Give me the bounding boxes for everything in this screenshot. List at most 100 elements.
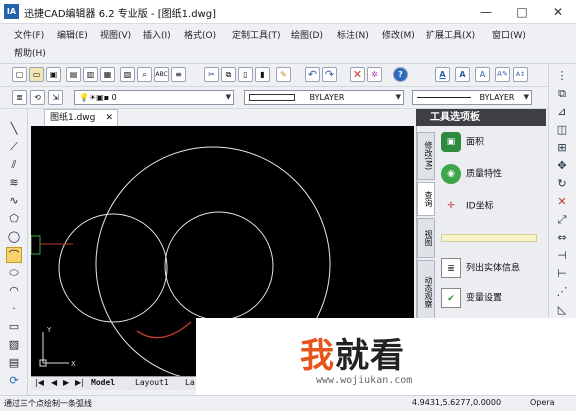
ellipse-arc-icon[interactable]: ◠ <box>6 283 22 299</box>
match-properties-icon[interactable]: ✎ <box>276 67 291 82</box>
palette-tab-view[interactable]: 视图 <box>417 218 435 258</box>
menu-custom-tools[interactable]: 定制工具(T) <box>232 28 281 41</box>
save-as-icon[interactable]: ▤ <box>66 67 81 82</box>
text-style-icon[interactable]: A <box>435 67 450 82</box>
palette-item-variable-settings[interactable]: ✔ 变量设置 <box>441 288 502 308</box>
minimize-button[interactable]: — <box>468 0 504 24</box>
stretch-icon[interactable]: ⇔ <box>554 230 570 246</box>
open-folder-icon[interactable]: ▭ <box>29 67 44 82</box>
menu-modify[interactable]: 修改(M) <box>382 28 415 41</box>
text-icon[interactable]: A <box>455 67 470 82</box>
menu-insert[interactable]: 插入(I) <box>143 28 171 41</box>
watermark-text: 我就看 <box>300 328 405 377</box>
prev-tab-button[interactable]: ◀ <box>51 378 57 387</box>
close-icon[interactable]: ✕ <box>105 110 113 126</box>
cut-icon[interactable]: ✂ <box>204 67 219 82</box>
tab-layout1[interactable]: Layout1 <box>135 378 169 387</box>
help-icon[interactable]: ? <box>393 67 408 82</box>
last-tab-button[interactable]: ▶| <box>75 378 84 387</box>
spell-check-icon[interactable]: ABC <box>154 67 169 82</box>
chevron-down-icon: ▼ <box>523 93 529 101</box>
first-tab-button[interactable]: |◀ <box>35 378 44 387</box>
menu-format[interactable]: 格式(O) <box>184 28 216 41</box>
new-file-icon[interactable]: ▢ <box>12 67 27 82</box>
menu-edit[interactable]: 编辑(E) <box>57 28 88 41</box>
palette-tab-modify[interactable]: 修改(M) <box>417 132 435 180</box>
polyline-icon[interactable]: ⫽ <box>6 157 22 173</box>
copy-object-icon[interactable]: ⧉ <box>554 86 570 102</box>
paste-icon[interactable]: ▯ <box>238 67 253 82</box>
document-tab[interactable]: 图纸1.dwg ✕ <box>44 109 118 126</box>
menu-file[interactable]: 文件(F) <box>14 28 44 41</box>
palette-item-label: 列出实体信息 <box>466 263 521 274</box>
line-icon[interactable]: ╲ <box>6 121 22 137</box>
layer-select[interactable]: 💡☀▣▪ 0 ▼ <box>74 90 234 105</box>
lineweight-select[interactable]: BYLAYER ▼ <box>412 90 532 105</box>
page-setup-icon[interactable]: ▧ <box>120 67 135 82</box>
arc-icon[interactable]: ⌒ <box>6 247 22 263</box>
linetype-select[interactable]: BYLAYER ▼ <box>244 90 404 105</box>
layer-previous-icon[interactable]: ⟲ <box>30 90 45 105</box>
menu-extend-tools[interactable]: 扩展工具(X) <box>426 28 475 41</box>
print-preview-icon[interactable]: ▦ <box>100 67 115 82</box>
ucs-y-label: Y <box>46 326 52 334</box>
menu-view[interactable]: 视图(V) <box>100 28 131 41</box>
scale-icon[interactable]: ⤢ <box>554 212 570 228</box>
multiline-text-icon[interactable]: A <box>475 67 490 82</box>
rectangle-icon[interactable]: ▭ <box>6 319 22 335</box>
ellipse-icon[interactable]: ⬭ <box>6 265 22 281</box>
point-icon[interactable]: · <box>6 301 22 317</box>
tab-layout2[interactable]: La <box>185 378 195 387</box>
palette-item-list-entity[interactable]: ≣ 列出实体信息 <box>441 258 520 278</box>
palette-tab-orbit[interactable]: 动态观察 <box>417 260 435 324</box>
menu-help[interactable]: 帮助(H) <box>14 46 46 59</box>
make-current-layer-icon[interactable]: ⇲ <box>48 90 63 105</box>
title-bar: IA 迅捷CAD编辑器 6.2 专业版 - [图纸1.dwg] — □ ✕ <box>0 0 576 24</box>
extend-icon[interactable]: ⊢ <box>554 266 570 282</box>
palette-item-id-coordinate[interactable]: ✛ ID坐标 <box>441 196 493 216</box>
menu-dimension[interactable]: 标注(N) <box>337 28 369 41</box>
close-button[interactable]: ✕ <box>540 0 576 24</box>
spline-icon[interactable]: ∿ <box>6 193 22 209</box>
menu-window[interactable]: 窗口(W) <box>492 28 526 41</box>
rotate-icon[interactable]: ↻ <box>554 176 570 192</box>
trim-icon[interactable]: ⊣ <box>554 248 570 264</box>
paste-special-icon[interactable]: ▮ <box>255 67 270 82</box>
chamfer-icon[interactable]: ◺ <box>554 302 570 318</box>
refresh-icon[interactable]: ⟳ <box>6 373 22 389</box>
scale-text-icon[interactable]: A↕ <box>513 67 528 82</box>
layer-manager-icon[interactable]: ≣ <box>12 90 27 105</box>
print-icon[interactable]: ▥ <box>83 67 98 82</box>
maximize-button[interactable]: □ <box>504 0 540 24</box>
palette-item-area[interactable]: ▣ 面积 <box>441 132 484 152</box>
erase-icon[interactable]: ✲ <box>367 67 382 82</box>
undo-icon[interactable]: ↶ <box>305 67 320 82</box>
multiline-icon[interactable]: ≋ <box>6 175 22 191</box>
delete-icon[interactable]: ✕ <box>350 67 365 82</box>
polygon-icon[interactable]: ⬠ <box>6 211 22 227</box>
menu-draw[interactable]: 绘图(D) <box>291 28 323 41</box>
save-icon[interactable]: ▣ <box>46 67 61 82</box>
array-icon[interactable]: ⊞ <box>554 140 570 156</box>
ray-icon[interactable]: ⟋ <box>6 139 22 155</box>
mirror-icon[interactable]: ⊿ <box>554 104 570 120</box>
palette-item-mass-properties[interactable]: ◉ 质量特性 <box>441 164 502 184</box>
id-coordinate-icon: ✛ <box>447 201 455 211</box>
watermark-char-rest: 就看 <box>335 336 405 376</box>
tab-model[interactable]: Model <box>91 378 115 387</box>
hatch-icon[interactable]: ▨ <box>6 337 22 353</box>
circle-icon[interactable]: ◯ <box>6 229 22 245</box>
edit-text-icon[interactable]: A✎ <box>495 67 510 82</box>
lineweight-select-value: BYLAYER <box>479 93 515 102</box>
region-icon[interactable]: ▤ <box>6 355 22 371</box>
next-tab-button[interactable]: ▶ <box>63 378 69 387</box>
move-icon[interactable]: ✥ <box>554 158 570 174</box>
redo-icon[interactable]: ↷ <box>322 67 337 82</box>
palette-tab-query[interactable]: 查询 <box>417 182 435 216</box>
break-icon[interactable]: ⋰ <box>554 284 570 300</box>
properties-icon[interactable]: ≡ <box>171 67 186 82</box>
find-icon[interactable]: ⌕ <box>137 67 152 82</box>
erase-object-icon[interactable]: ✕ <box>554 194 570 210</box>
copy-icon[interactable]: ⧉ <box>221 67 236 82</box>
offset-icon[interactable]: ◫ <box>554 122 570 138</box>
